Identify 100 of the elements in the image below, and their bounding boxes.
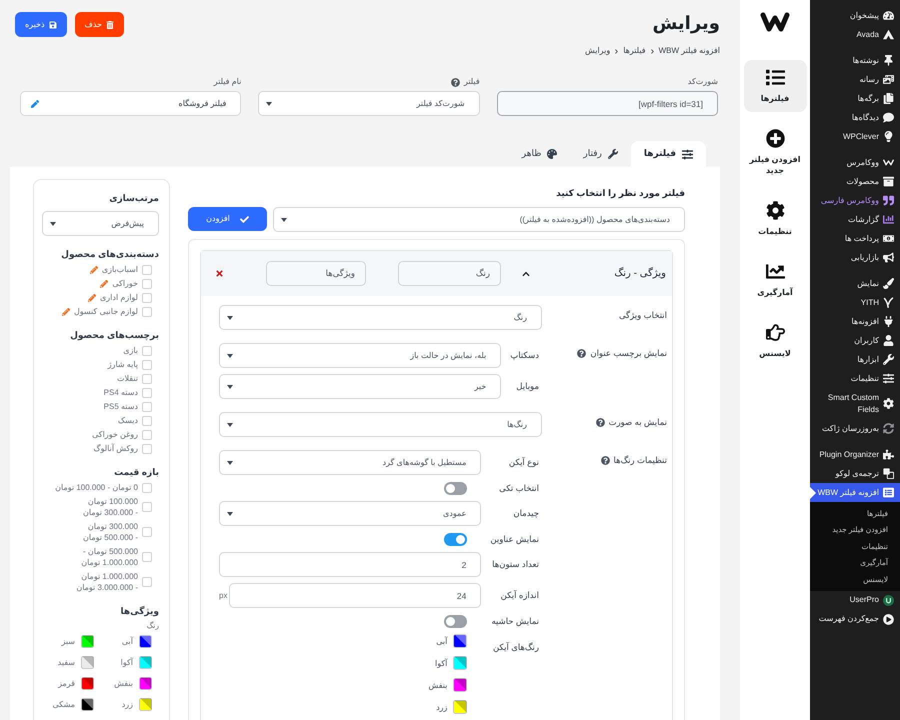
option-label: موبایل xyxy=(516,381,539,392)
number-field[interactable]: 24 xyxy=(229,583,482,608)
menu-item[interactable]: محصولات xyxy=(810,172,900,191)
checkbox[interactable] xyxy=(142,402,152,412)
checkbox[interactable] xyxy=(142,264,152,274)
toggle-switch[interactable] xyxy=(444,614,468,628)
checkbox[interactable] xyxy=(142,346,152,356)
menu-item[interactable]: Plugin Organizer xyxy=(810,445,900,464)
help-icon[interactable] xyxy=(577,348,586,358)
select-field[interactable]: مستطیل با گوشه‌های گرد xyxy=(219,450,482,475)
menu-item[interactable]: گزارشات xyxy=(810,210,900,229)
help-icon[interactable] xyxy=(450,78,460,86)
menu-item[interactable]: به‌روزرسان ژاکت xyxy=(810,419,900,438)
remove-icon[interactable] xyxy=(215,269,224,278)
field-label: شورت‌کد xyxy=(688,76,718,88)
checkbox[interactable] xyxy=(142,278,152,288)
select-field[interactable]: خیر xyxy=(219,374,502,399)
menu-item[interactable]: Smart Custom Fields xyxy=(810,388,900,419)
checkbox[interactable] xyxy=(142,527,152,537)
menu-item[interactable]: نوشته‌ها xyxy=(810,51,900,70)
filter-option: 1.000.000 تومان - 3.000.000 تومان xyxy=(46,571,138,593)
caret-down-icon xyxy=(227,354,233,358)
menu-item[interactable]: پیشخوان xyxy=(810,6,900,25)
checkbox[interactable] xyxy=(142,388,152,398)
save-button[interactable]: ذخیره xyxy=(15,12,67,37)
gear-icon xyxy=(766,201,784,220)
select-field[interactable]: رنگ‌ها xyxy=(219,412,542,437)
help-icon[interactable] xyxy=(596,418,605,426)
filter-option: دیسک xyxy=(118,415,138,426)
menu-item[interactable]: WPClever xyxy=(810,127,900,146)
number-field[interactable]: 2 xyxy=(219,552,482,577)
toggle-switch[interactable] xyxy=(444,532,468,546)
menu-item[interactable]: بازاریابی xyxy=(810,248,900,267)
zigzag-logo-icon xyxy=(883,157,894,168)
color-name: سفید xyxy=(58,657,75,668)
nav-item[interactable]: لایسنس xyxy=(744,315,806,367)
pencil-icon[interactable] xyxy=(31,100,40,108)
checkbox[interactable] xyxy=(142,482,152,492)
menu-item[interactable]: ابزارها xyxy=(810,350,900,369)
menu-item[interactable]: ووکامرس فارسی xyxy=(810,191,900,210)
checkbox[interactable] xyxy=(142,552,152,562)
delete-button[interactable]: حذف xyxy=(74,12,124,37)
menu-item[interactable]: افزونه‌ها xyxy=(810,312,900,331)
menu-item[interactable]: تنظیمات xyxy=(810,369,900,388)
pencil-icon[interactable] xyxy=(100,280,108,288)
caret-down-icon xyxy=(227,316,233,320)
menu-item[interactable]: YITH xyxy=(810,293,900,312)
text-field[interactable]: ویژگی‌ها xyxy=(266,261,366,286)
select-field[interactable]: رنگ xyxy=(219,305,542,330)
nav-item[interactable]: افزودن فیلتر جدید xyxy=(744,121,806,184)
menu-item[interactable]: رسانه xyxy=(810,70,900,89)
checkbox[interactable] xyxy=(142,430,152,440)
menu-item[interactable]: نمایش xyxy=(810,274,900,293)
add-button[interactable]: افزودن xyxy=(188,207,267,231)
checkbox[interactable] xyxy=(142,502,152,512)
trash-icon xyxy=(106,20,114,28)
breadcrumb-link[interactable]: افزونه فیلتر WBW xyxy=(658,45,720,57)
name-field[interactable]: فیلتر فروشگاه xyxy=(20,91,242,116)
breadcrumb-link[interactable]: فیلترها xyxy=(623,45,646,57)
pencil-icon[interactable] xyxy=(88,294,96,302)
menu-item[interactable]: ترجمه‌ی لوکو xyxy=(810,464,900,483)
tab[interactable]: رفتار xyxy=(570,141,631,167)
checkbox[interactable] xyxy=(142,306,152,316)
gear-icon xyxy=(883,398,894,409)
section-title: برچسب‌های محصول xyxy=(69,329,159,342)
checkbox[interactable] xyxy=(142,416,152,426)
menu-item[interactable]: پرداخت ها xyxy=(810,229,900,248)
filter-option: دسته PS5 xyxy=(104,401,138,412)
select-field[interactable]: عمودی xyxy=(219,501,482,526)
menu-item[interactable]: Avada xyxy=(810,25,900,44)
toggle-switch[interactable] xyxy=(444,482,468,494)
checkbox[interactable] xyxy=(142,577,152,587)
shortcode-field[interactable]: [wpf-filters id=31] xyxy=(496,91,718,116)
pencil-icon[interactable] xyxy=(62,308,70,316)
nav-item[interactable]: آمارگیری xyxy=(744,254,806,306)
filter-select[interactable]: دسته‌بندی‌های محصول ((افزوده‌شده به فیلتر)) xyxy=(273,207,685,232)
select-field[interactable]: بله، نمایش در حالت باز xyxy=(219,343,502,368)
checkbox[interactable] xyxy=(142,444,152,454)
caret-down-icon xyxy=(266,102,272,106)
checkbox[interactable] xyxy=(142,292,152,302)
text-field[interactable]: رنگ xyxy=(398,261,501,286)
tab[interactable]: فیلترها xyxy=(630,141,706,167)
caret-down-icon xyxy=(227,460,233,464)
chevron-up-icon[interactable] xyxy=(522,270,530,278)
nav-item[interactable]: فیلترها xyxy=(744,60,806,112)
pencil-icon[interactable] xyxy=(90,266,98,274)
checkbox[interactable] xyxy=(142,360,152,370)
menu-item[interactable]: UserPro xyxy=(810,590,900,610)
menu-item[interactable]: برگه‌ها xyxy=(810,89,900,108)
sort-select[interactable]: پیش‌فرض xyxy=(42,211,159,236)
menu-item[interactable]: افزونه فیلتر WBW xyxy=(810,483,900,502)
nav-item[interactable]: تنظیمات xyxy=(744,193,806,245)
menu-item[interactable]: جمع‌کردن فهرست xyxy=(810,610,900,628)
menu-item[interactable]: کاربران xyxy=(810,331,900,350)
select-field[interactable]: شورت‌کد فیلتر xyxy=(258,91,480,116)
help-icon[interactable] xyxy=(600,456,610,464)
tab[interactable]: ظاهر xyxy=(508,141,570,167)
menu-item[interactable]: ووکامرس xyxy=(810,153,900,172)
menu-item[interactable]: دیدگاه‌ها xyxy=(810,108,900,127)
checkbox[interactable] xyxy=(142,374,152,384)
